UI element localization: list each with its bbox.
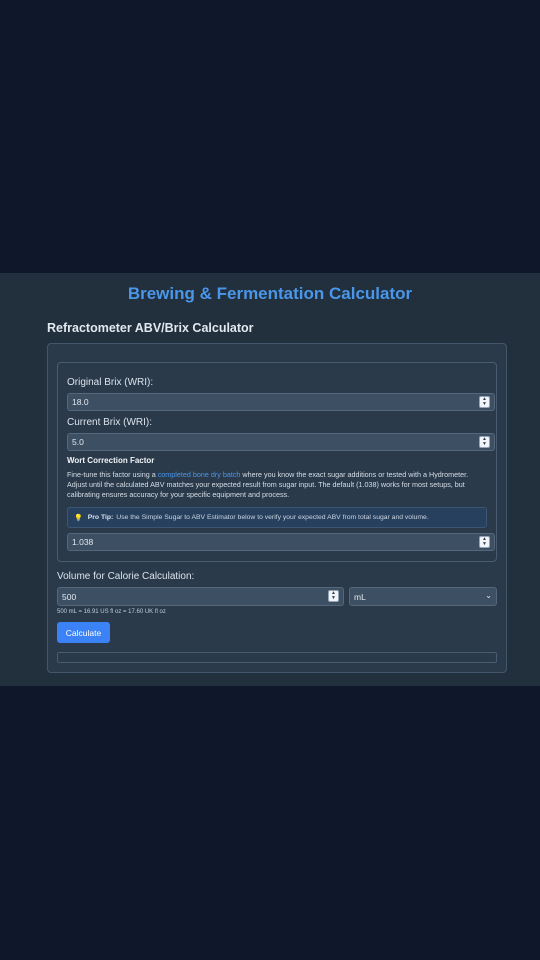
volume-spinner[interactable]: ▲ ▼ [328, 590, 339, 602]
volume-unit-value: mL [354, 591, 366, 602]
original-brix-value: 18.0 [72, 397, 89, 407]
volume-unit-select[interactable]: mL ⌄ [349, 587, 497, 606]
calculate-button[interactable]: Calculate [57, 622, 110, 643]
wcf-title: Wort Correction Factor [67, 456, 155, 465]
wcf-value: 1.038 [72, 537, 94, 547]
original-brix-spinner[interactable]: ▲ ▼ [479, 396, 490, 408]
original-brix-label: Original Brix (WRI): [67, 377, 154, 388]
result-box [57, 652, 497, 663]
wcf-input[interactable]: 1.038 ▲ ▼ [67, 533, 495, 551]
current-brix-input[interactable]: 5.0 ▲ ▼ [67, 433, 495, 451]
volume-input[interactable]: 500 ▲ ▼ [57, 587, 344, 606]
section-title: Refractometer ABV/Brix Calculator [47, 321, 254, 335]
bone-dry-batch-link[interactable]: completed bone dry batch [158, 470, 241, 479]
spinner-down-icon: ▼ [482, 541, 487, 547]
volume-conversion-text: 500 mL = 16.91 US fl oz = 17.60 UK fl oz [57, 609, 166, 615]
wcf-spinner[interactable]: ▲ ▼ [479, 536, 490, 548]
pro-tip-text: Use the Simple Sugar to ABV Estimator be… [116, 514, 429, 521]
spinner-down-icon: ▼ [482, 441, 487, 447]
spinner-down-icon: ▼ [482, 401, 487, 407]
pro-tip-label: Pro Tip: [87, 514, 114, 521]
wcf-description: Fine-tune this factor using a completed … [67, 470, 485, 501]
original-brix-input[interactable]: 18.0 ▲ ▼ [67, 393, 495, 411]
current-brix-label: Current Brix (WRI): [67, 417, 152, 428]
chevron-down-icon: ⌄ [485, 591, 492, 600]
volume-value: 500 [62, 591, 77, 602]
wcf-desc-pre: Fine-tune this factor using a [67, 470, 158, 479]
lightbulb-icon: 💡 [74, 514, 83, 522]
volume-label: Volume for Calorie Calculation: [57, 571, 195, 582]
page-title: Brewing & Fermentation Calculator [127, 284, 413, 303]
current-brix-spinner[interactable]: ▲ ▼ [479, 436, 490, 448]
spinner-down-icon: ▼ [331, 595, 336, 601]
pro-tip-box: 💡 Pro Tip: Use the Simple Sugar to ABV E… [67, 507, 487, 528]
current-brix-value: 5.0 [72, 437, 84, 447]
